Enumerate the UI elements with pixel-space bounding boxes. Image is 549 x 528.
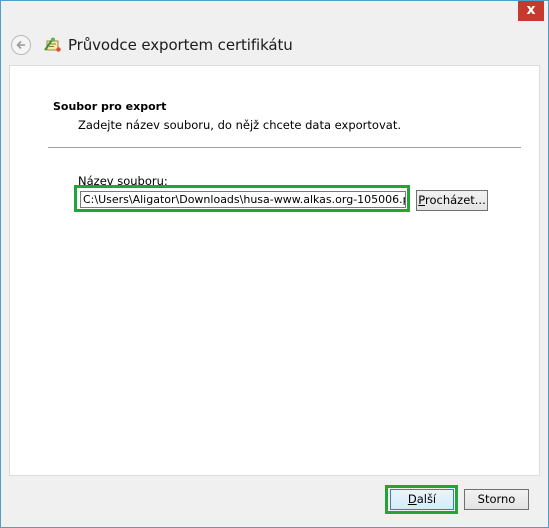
next-button-rest: alší — [416, 492, 437, 506]
next-button-accel: D — [407, 492, 417, 506]
back-arrow-icon — [16, 40, 25, 50]
back-button[interactable] — [11, 35, 31, 55]
browse-button-accel: P — [418, 193, 425, 207]
divider — [48, 147, 521, 148]
export-wizard-window: x Průvodce exportem certifikátu — [0, 0, 549, 528]
browse-button[interactable]: Procházet... — [416, 190, 488, 211]
browse-button-rest: rocházet... — [424, 193, 486, 207]
close-icon: x — [526, 2, 536, 18]
wizard-header: Průvodce exportem certifikátu — [1, 25, 548, 65]
next-button[interactable]: Další — [390, 489, 454, 510]
certificate-wizard-icon — [44, 37, 61, 52]
cancel-button[interactable]: Storno — [464, 489, 529, 510]
filename-input[interactable]: C:\Users\Aligator\Downloads\husa-www.alk… — [80, 191, 406, 208]
title-bar: x — [1, 1, 548, 25]
wizard-title: Průvodce exportem certifikátu — [68, 36, 293, 54]
section-title: Soubor pro export — [53, 100, 167, 113]
section-description: Zadejte název souboru, do nějž chcete da… — [78, 118, 401, 132]
close-button[interactable]: x — [518, 1, 544, 21]
